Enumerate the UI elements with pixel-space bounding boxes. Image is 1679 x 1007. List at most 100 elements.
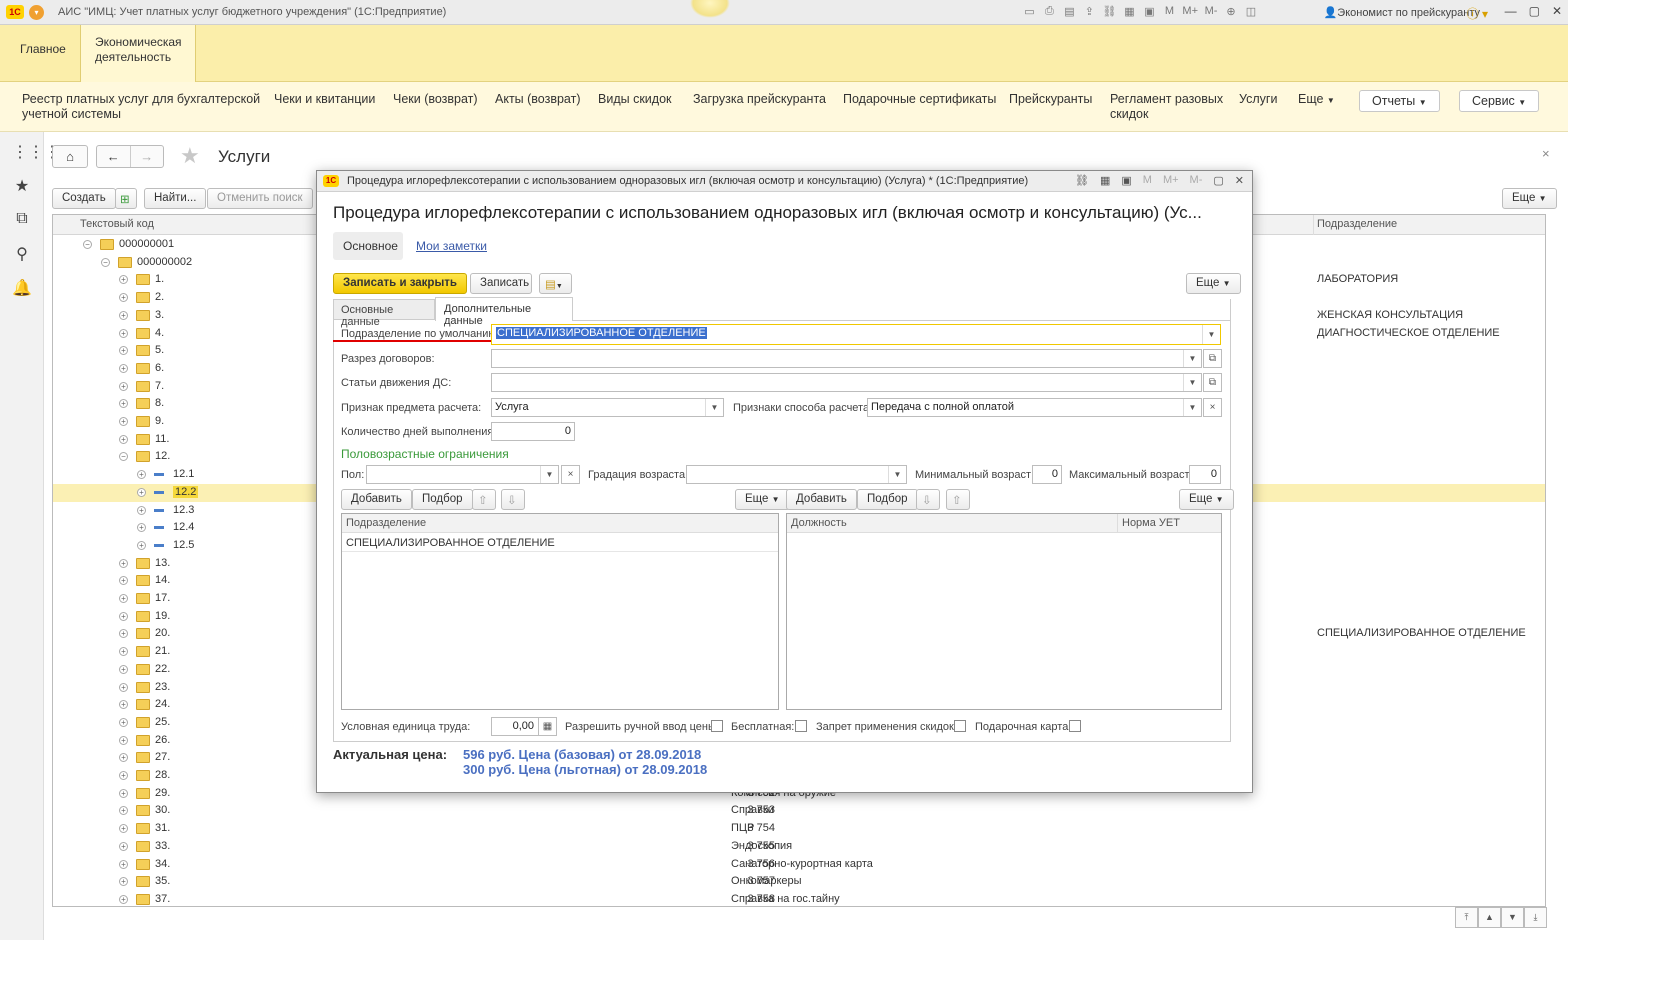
print-icon[interactable]: ⎙ — [1042, 5, 1056, 18]
nav-receipts[interactable]: Чеки и квитанции — [274, 92, 375, 107]
no-discount-checkbox[interactable] — [954, 720, 966, 732]
expand-icon[interactable]: + — [119, 293, 128, 303]
memory-m-minus-icon[interactable]: M- — [1190, 174, 1203, 187]
scroll-down-icon[interactable]: ▼ — [1501, 907, 1524, 928]
nav-gift-certificates[interactable]: Подарочные сертификаты — [843, 92, 996, 107]
method-field[interactable]: Передача с полной оплатой ▼ — [867, 398, 1202, 417]
create-button[interactable]: Создать — [52, 188, 116, 209]
expand-icon[interactable]: + — [119, 824, 128, 834]
expand-icon[interactable]: + — [119, 859, 128, 869]
favorite-star-icon[interactable]: ★ — [180, 143, 200, 169]
nav-pricelists[interactable]: Прейскуранты — [1009, 92, 1092, 107]
clear-icon[interactable]: × — [1203, 398, 1222, 417]
expand-icon[interactable]: + — [119, 771, 128, 780]
reports-button[interactable]: Отчеты ▼ — [1359, 90, 1440, 112]
open-icon[interactable]: ⧉ — [1203, 373, 1222, 392]
expand-icon[interactable]: + — [137, 487, 146, 497]
scroll-top-icon[interactable]: ⤒ — [1455, 907, 1478, 928]
section-economic[interactable]: Экономическая деятельность — [80, 25, 196, 82]
expand-icon[interactable]: + — [119, 576, 128, 586]
max-age-field[interactable]: 0 — [1189, 465, 1221, 484]
clear-icon[interactable]: × — [561, 465, 580, 484]
chevron-down-icon[interactable]: ▼ — [705, 399, 723, 416]
table-row[interactable]: +30. 3 753 Справки — [53, 802, 1545, 820]
days-field[interactable]: 0 — [491, 422, 575, 441]
apps-grid-icon[interactable]: ⋮⋮⋮ — [12, 142, 60, 162]
memory-m-minus-icon[interactable]: M- — [1204, 5, 1218, 18]
dept-more-button[interactable]: Еще ▼ — [735, 489, 790, 510]
nav-discount-regulations[interactable]: Регламент разовых скидок — [1110, 92, 1228, 122]
table-row[interactable]: СПЕЦИАЛИЗИРОВАННОЕ ОТДЕЛЕНИЕ — [342, 534, 778, 552]
notifications-bell-icon[interactable]: 🔔 — [12, 278, 32, 298]
memory-m-plus-icon[interactable]: M+ — [1163, 174, 1179, 187]
current-user[interactable]: 👤Экономист по прейскуранту — [1324, 6, 1480, 19]
expand-icon[interactable]: + — [119, 788, 128, 798]
expand-icon[interactable]: + — [119, 664, 128, 674]
nav-acts-return[interactable]: Акты (возврат) — [495, 92, 581, 107]
expand-icon[interactable]: + — [119, 629, 128, 639]
nav-discount-types[interactable]: Виды скидок — [598, 92, 672, 107]
main-menu-icon[interactable]: ▾ — [29, 5, 44, 20]
expand-icon[interactable]: + — [119, 735, 128, 745]
move-up-icon[interactable]: ⇧ — [946, 489, 970, 510]
chevron-down-icon[interactable]: ▼ — [540, 466, 558, 483]
expand-icon[interactable]: + — [119, 363, 128, 373]
labor-unit-field[interactable]: 0,00 — [491, 717, 539, 736]
price-line-discount[interactable]: 300 руб. Цена (льготная) от 28.09.2018 — [463, 762, 707, 777]
memory-m-icon[interactable]: M — [1143, 174, 1152, 187]
nav-more[interactable]: Еще ▼ — [1298, 92, 1335, 108]
chevron-down-icon[interactable]: ▼ — [1183, 350, 1201, 367]
zoom-icon[interactable]: ⊕ — [1224, 5, 1238, 18]
save-and-close-button[interactable]: Записать и закрыть — [333, 273, 467, 294]
open-icon[interactable]: ⧉ — [1203, 349, 1222, 368]
memory-m-icon[interactable]: M — [1162, 5, 1176, 18]
calc-icon[interactable]: ▦ — [1122, 5, 1136, 18]
sex-field[interactable]: ▼ — [366, 465, 559, 484]
expand-icon[interactable]: + — [119, 381, 128, 391]
expand-icon[interactable]: + — [119, 877, 128, 887]
calc-icon[interactable]: ▦ — [1100, 174, 1110, 187]
expand-icon[interactable]: + — [137, 523, 146, 533]
position-table[interactable]: Должность Норма УЕТ — [786, 513, 1222, 710]
table-row[interactable]: +34. 3 756 Санаторно-курортная карта — [53, 856, 1545, 874]
age-grad-field[interactable]: ▼ — [686, 465, 907, 484]
section-main[interactable]: Главное — [6, 25, 80, 82]
chevron-down-icon[interactable]: ▼ — [1183, 374, 1201, 391]
expand-icon[interactable]: + — [137, 470, 146, 480]
cash-flow-field[interactable]: ▼ — [491, 373, 1202, 392]
position-add-button[interactable]: Добавить — [786, 489, 857, 510]
link-icon[interactable]: ⛓ — [1102, 5, 1116, 18]
nav-receipts-return[interactable]: Чеки (возврат) — [393, 92, 478, 107]
home-button[interactable]: ⌂ — [52, 145, 88, 168]
close-form-icon[interactable]: × — [1542, 146, 1550, 161]
link-icon[interactable]: ⛓ — [1075, 174, 1089, 187]
calendar-icon[interactable]: ▣ — [1121, 174, 1131, 187]
expand-icon[interactable]: + — [119, 328, 128, 338]
expand-icon[interactable]: + — [119, 700, 128, 710]
min-age-field[interactable]: 0 — [1032, 465, 1062, 484]
chevron-down-icon[interactable]: ▼ — [1202, 325, 1220, 344]
table-row[interactable]: +31. 3 754 ПЦР — [53, 820, 1545, 838]
dialog-more-button[interactable]: Еще ▼ — [1186, 273, 1241, 294]
calendar-icon[interactable]: ▣ — [1142, 5, 1156, 18]
scroll-up-icon[interactable]: ▲ — [1478, 907, 1501, 928]
dept-table[interactable]: Подразделение СПЕЦИАЛИЗИРОВАННОЕ ОТДЕЛЕН… — [341, 513, 779, 710]
back-arrow-icon[interactable]: ← — [97, 146, 131, 167]
position-more-button[interactable]: Еще ▼ — [1179, 489, 1234, 510]
nav-services[interactable]: Услуги — [1239, 92, 1277, 107]
create-folder-icon[interactable]: ⊞ — [115, 188, 137, 209]
expand-icon[interactable]: + — [137, 505, 146, 515]
move-down-icon[interactable]: ⇩ — [501, 489, 525, 510]
panel-icon[interactable]: ◫ — [1244, 5, 1258, 18]
expand-icon[interactable]: + — [119, 894, 128, 904]
maximize-icon[interactable]: ▢ — [1529, 4, 1540, 18]
calculator-icon[interactable]: ▦ — [538, 717, 557, 736]
subtab-basic[interactable]: Основные данные — [333, 299, 435, 328]
search-icon[interactable]: ⚲ — [12, 244, 32, 264]
forward-arrow-icon[interactable]: → — [131, 146, 164, 167]
save-button[interactable]: Записать — [470, 273, 532, 294]
close-icon[interactable]: ✕ — [1552, 4, 1562, 18]
expand-icon[interactable]: + — [119, 841, 128, 851]
expand-icon[interactable]: + — [119, 594, 128, 603]
history-icon[interactable]: ⧉ — [12, 210, 32, 230]
